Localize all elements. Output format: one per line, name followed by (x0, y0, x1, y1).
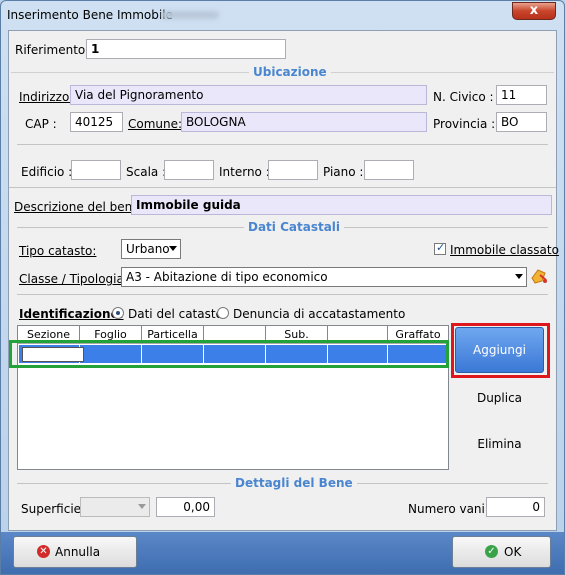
comune-field[interactable]: BOLOGNA (181, 112, 427, 132)
check-circle-icon: ✓ (485, 545, 498, 558)
provincia-field[interactable]: BO (496, 112, 547, 132)
riferimento-label: Riferimento: (15, 43, 90, 57)
tipo-catasto-value: Urbano (126, 242, 170, 256)
provincia-label: Provincia : (433, 117, 496, 131)
chevron-down-icon (515, 274, 523, 279)
ok-label: OK (504, 545, 522, 559)
aggiungi-highlight-frame (451, 323, 550, 378)
identificazione-label: Identificazione: (19, 307, 124, 321)
piano-field[interactable] (364, 160, 414, 180)
annulla-button[interactable]: ✕ Annulla (13, 536, 137, 568)
chevron-down-icon (169, 246, 177, 251)
interno-field[interactable] (268, 160, 318, 180)
cap-field[interactable]: 40125 (70, 112, 123, 132)
title-redacted (161, 11, 219, 19)
radio-denuncia[interactable] (217, 307, 229, 319)
pick-class-icon[interactable] (529, 267, 549, 287)
check-icon: ✓ (436, 241, 446, 254)
divider (9, 187, 556, 188)
ncivico-field[interactable]: 11 (496, 85, 547, 105)
elimina-button[interactable]: Elimina (455, 432, 544, 456)
indirizzo-label[interactable]: Indirizzo: (19, 90, 73, 104)
ncivico-label: N. Civico : (433, 90, 494, 104)
dialog-window: Inserimento Bene Immobile x Riferimento:… (0, 0, 565, 575)
descrizione-field[interactable]: Immobile guida (131, 195, 552, 215)
ok-button[interactable]: ✓ OK (452, 536, 551, 568)
dettagli-title: Dettagli del Bene (231, 476, 357, 490)
superficie-unit-select[interactable] (80, 497, 150, 517)
superficie-field[interactable]: 0,00 (156, 497, 215, 517)
scala-field[interactable] (164, 160, 214, 180)
dati-catastali-title: Dati Catastali (244, 220, 345, 234)
footer-bar: ✕ Annulla ✓ OK (1, 532, 564, 574)
radio-dati-catasto-label[interactable]: Dati del catasto (128, 307, 223, 321)
immobile-classato-checkbox[interactable]: ✓ (434, 241, 446, 255)
divider (17, 294, 548, 295)
classe-tipologia-label[interactable]: Classe / Tipologia: (19, 272, 128, 286)
radio-dati-catasto[interactable] (112, 307, 124, 319)
duplica-button[interactable]: Duplica (455, 386, 544, 410)
riferimento-field[interactable]: 1 (86, 39, 286, 59)
numero-vani-label: Numero vani: (408, 502, 489, 516)
title-bar[interactable]: Inserimento Bene Immobile x (1, 1, 564, 29)
row-highlight-frame (9, 340, 449, 368)
tipo-catasto-select[interactable]: Urbano (121, 239, 181, 259)
indirizzo-field[interactable]: Via del Pignoramento (70, 85, 427, 105)
window-title: Inserimento Bene Immobile (7, 8, 173, 22)
scala-label: Scala : (126, 165, 167, 179)
chevron-down-icon (138, 504, 146, 509)
piano-label: Piano : (323, 165, 364, 179)
numero-vani-field[interactable]: 0 (486, 497, 545, 517)
tipo-catasto-label[interactable]: Tipo catasto: (19, 244, 96, 258)
descrizione-label[interactable]: Descrizione del bene: (14, 200, 144, 214)
interno-label: Interno : (219, 165, 270, 179)
superficie-label: Superficie: (21, 502, 86, 516)
close-button[interactable]: x (512, 2, 556, 20)
edificio-label: Edificio : (21, 165, 73, 179)
cancel-icon: ✕ (37, 545, 50, 558)
classe-tipologia-select[interactable]: A3 - Abitazione di tipo economico (121, 267, 527, 287)
immobile-classato-label[interactable]: Immobile classato (450, 243, 559, 257)
comune-label[interactable]: Comune: (128, 117, 182, 131)
form-panel: Riferimento: 1 Ubicazione Indirizzo: Via… (8, 30, 559, 531)
radio-selected-dot (116, 311, 120, 315)
annulla-label: Annulla (55, 545, 101, 559)
radio-denuncia-label[interactable]: Denuncia di accatastamento (233, 307, 405, 321)
ubicazione-title: Ubicazione (249, 65, 331, 79)
divider (17, 144, 548, 145)
edificio-field[interactable] (71, 160, 121, 180)
classe-tipologia-value: A3 - Abitazione di tipo economico (126, 270, 328, 284)
cap-label: CAP : (25, 117, 57, 131)
